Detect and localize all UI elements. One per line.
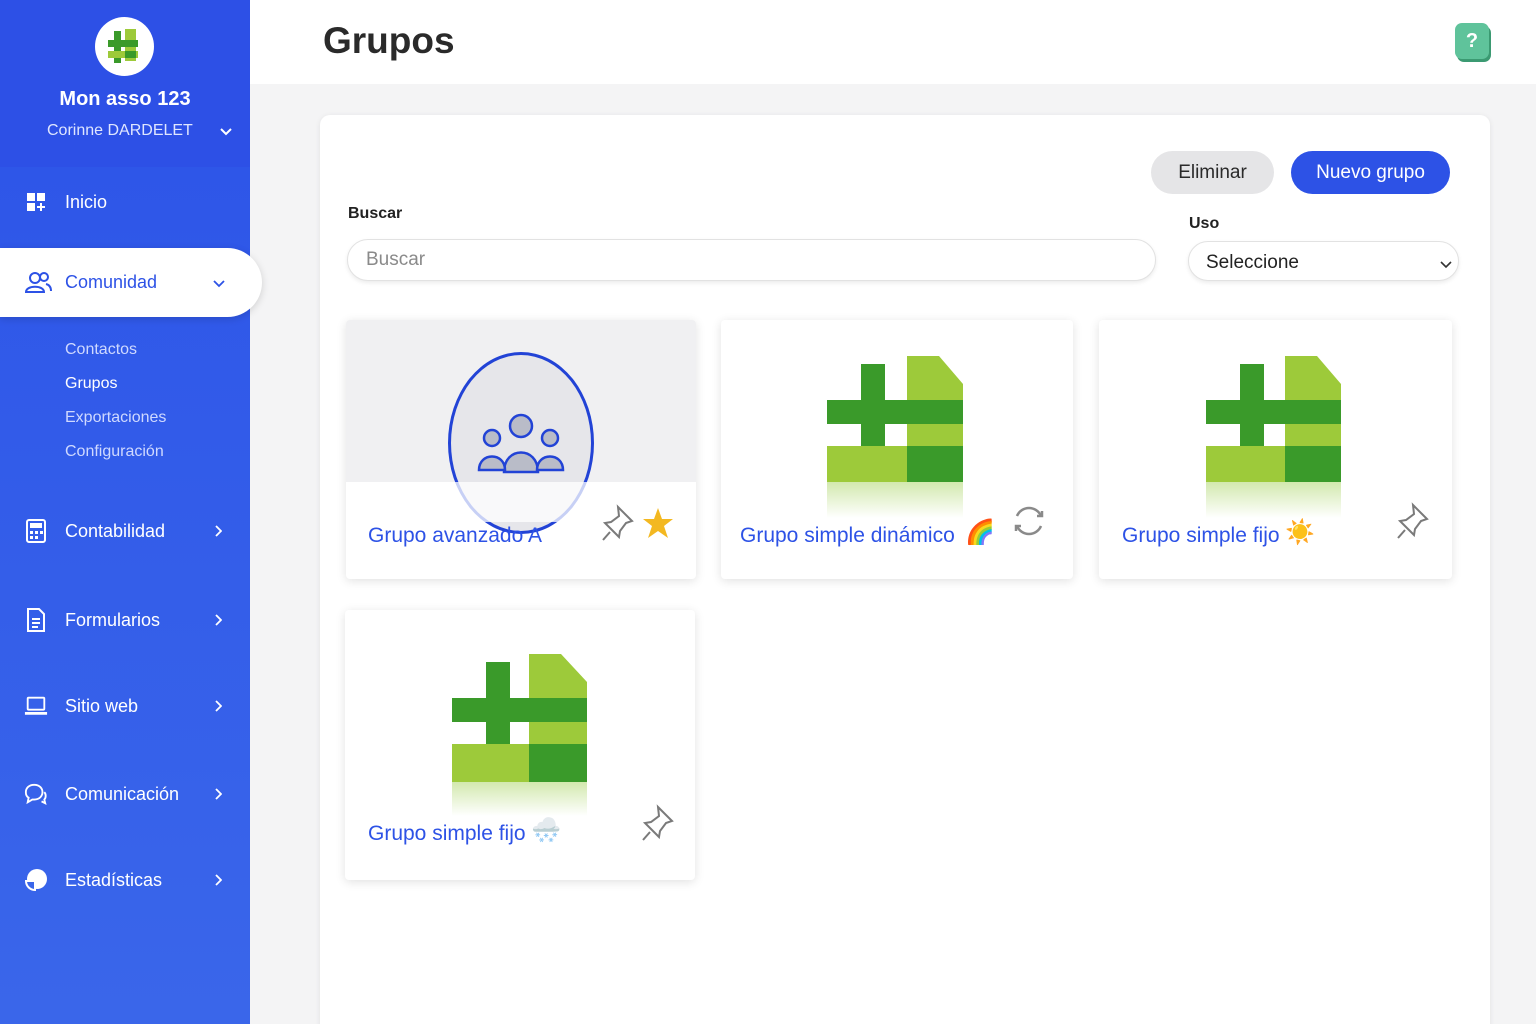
chat-icon xyxy=(24,782,48,806)
sidebar-item-label: Estadísticas xyxy=(65,869,163,890)
chevron-right-icon xyxy=(214,870,223,891)
pin-icon[interactable] xyxy=(1393,501,1433,541)
sidebar-item-label: Formularios xyxy=(65,609,161,630)
sidebar: Mon asso 123 Corinne DARDELET Inicio Com… xyxy=(0,0,262,1024)
chevron-right-icon xyxy=(214,696,223,717)
sidebar-item-label: Contabilidad xyxy=(65,520,166,541)
group-card[interactable]: Grupo simple dinámico 🌈 xyxy=(721,320,1073,579)
logo-reflection xyxy=(1206,482,1341,518)
pin-icon[interactable] xyxy=(638,803,678,843)
hashtag-logo-image xyxy=(452,654,587,782)
dashboard-icon xyxy=(24,190,48,214)
calculator-icon xyxy=(24,519,48,543)
community-icon xyxy=(24,270,52,299)
sidebar-item-formularios[interactable]: Formularios xyxy=(0,600,250,640)
chevron-right-icon xyxy=(214,521,223,542)
use-label: Uso xyxy=(1189,215,1220,232)
sidebar-item-label: Comunidad xyxy=(65,272,158,292)
use-select-value: Seleccione xyxy=(1206,252,1299,273)
new-group-button[interactable]: Nuevo grupo xyxy=(1291,151,1450,194)
hashtag-logo-image xyxy=(1206,356,1341,482)
search-label: Buscar xyxy=(348,205,403,222)
sidebar-item-label: Inicio xyxy=(65,191,108,212)
sidebar-subitem-grupos[interactable]: Grupos xyxy=(65,375,117,393)
group-card[interactable]: Grupo simple fijo 🌨️ xyxy=(345,610,695,880)
hashtag-logo-image xyxy=(827,356,963,482)
pin-icon[interactable] xyxy=(598,503,638,543)
sidebar-subitem-configuracion[interactable]: Configuración xyxy=(65,443,164,461)
search-input[interactable] xyxy=(347,239,1156,281)
hashtag-logo-icon xyxy=(107,28,138,63)
chevron-right-icon xyxy=(214,784,223,805)
use-select[interactable]: Seleccione xyxy=(1188,241,1459,281)
star-icon[interactable] xyxy=(638,503,678,543)
sidebar-item-label: Comunicación xyxy=(65,783,180,804)
sidebar-item-estadisticas[interactable]: Estadísticas xyxy=(0,860,250,900)
sidebar-subitem-exportaciones[interactable]: Exportaciones xyxy=(65,409,166,427)
chevron-down-icon xyxy=(1440,256,1452,274)
users-group-icon xyxy=(477,413,565,474)
help-button[interactable]: ? xyxy=(1455,23,1489,59)
chevron-down-icon[interactable] xyxy=(219,124,233,142)
sidebar-item-inicio[interactable]: Inicio xyxy=(0,182,250,222)
user-name[interactable]: Corinne DARDELET xyxy=(47,122,193,140)
group-card[interactable]: Grupo avanzado A xyxy=(346,320,696,579)
laptop-icon xyxy=(24,694,48,718)
chevron-right-icon xyxy=(214,610,223,631)
page-header: Grupos ? xyxy=(250,0,1536,84)
group-card-title[interactable]: Grupo avanzado A xyxy=(368,524,542,548)
brand-header: Mon asso 123 Corinne DARDELET xyxy=(0,0,250,167)
group-card[interactable]: Grupo simple fijo ☀️ xyxy=(1099,320,1452,579)
group-card-title[interactable]: Grupo simple fijo xyxy=(1122,524,1280,548)
sidebar-item-label: Sitio web xyxy=(65,695,139,716)
document-icon xyxy=(24,608,48,632)
page-title: Grupos xyxy=(323,20,455,61)
group-card-title[interactable]: Grupo simple fijo xyxy=(368,822,526,846)
pie-chart-icon xyxy=(24,868,48,892)
snow-cloud-icon: 🌨️ xyxy=(531,817,561,844)
chevron-down-icon xyxy=(213,275,225,293)
sidebar-item-contabilidad[interactable]: Contabilidad xyxy=(0,511,250,551)
brand-logo[interactable] xyxy=(95,17,154,76)
sidebar-item-comunidad[interactable]: Comunidad xyxy=(0,248,262,317)
sidebar-subitem-contactos[interactable]: Contactos xyxy=(65,341,137,359)
logo-reflection xyxy=(452,782,587,816)
logo-reflection xyxy=(827,482,963,518)
sidebar-item-comunicacion[interactable]: Comunicación xyxy=(0,774,250,814)
sidebar-item-sitio-web[interactable]: Sitio web xyxy=(0,686,250,726)
sun-icon: ☀️ xyxy=(1285,519,1315,546)
delete-button[interactable]: Eliminar xyxy=(1151,151,1274,194)
group-card-title[interactable]: Grupo simple dinámico xyxy=(740,524,955,548)
rainbow-icon: 🌈 xyxy=(965,519,995,546)
organization-name: Mon asso 123 xyxy=(59,88,191,110)
refresh-icon[interactable] xyxy=(1009,501,1049,541)
